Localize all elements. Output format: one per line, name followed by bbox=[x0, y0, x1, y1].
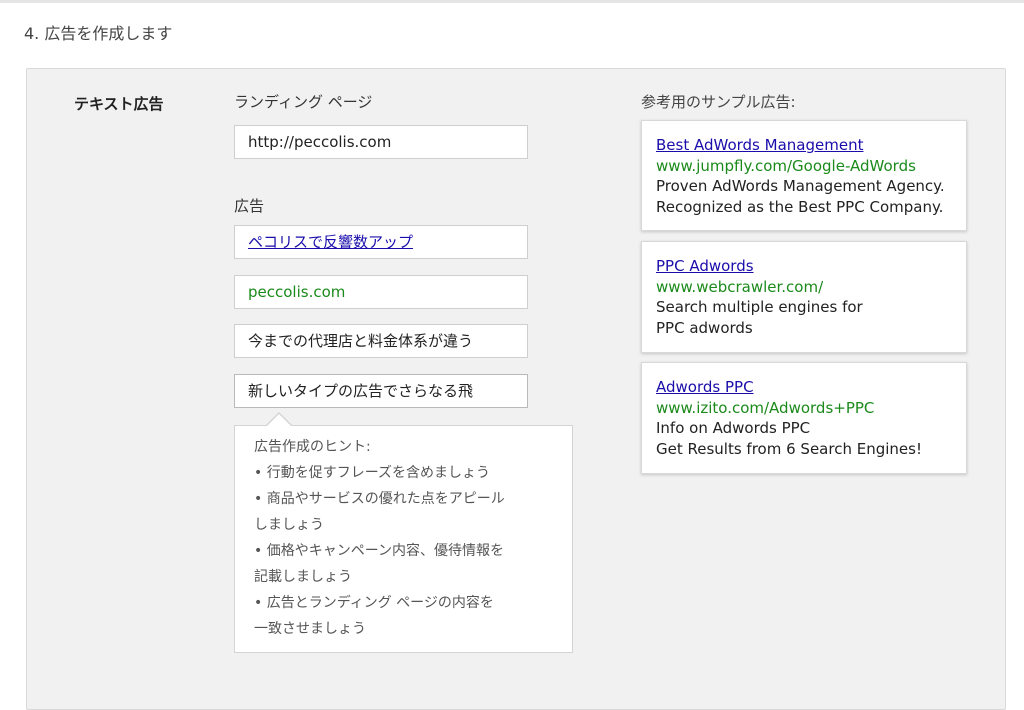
ad-label: 広告 bbox=[234, 197, 265, 215]
sample-ad-url: www.jumpfly.com/Google-AdWords bbox=[656, 156, 916, 175]
sample-ad-headline-link[interactable]: Adwords PPC bbox=[656, 377, 966, 398]
landing-page-input[interactable]: http://peccolis.com bbox=[234, 125, 528, 159]
section-label-text-ad: テキスト広告 bbox=[74, 95, 164, 113]
sample-ad-description: PPC adwords bbox=[656, 318, 753, 337]
tip-line: 記載しましょう bbox=[254, 569, 352, 585]
top-divider bbox=[0, 0, 1024, 3]
sample-ad-headline-link[interactable]: Best AdWords Management bbox=[656, 135, 966, 156]
ad-description-line1-input[interactable]: 今までの代理店と料金体系が違う bbox=[234, 324, 528, 358]
tip-line: しましょう bbox=[254, 517, 324, 533]
tip-line: • 商品やサービスの優れた点をアピール bbox=[254, 491, 505, 507]
ad-display-url-input[interactable]: peccolis.com bbox=[234, 275, 528, 309]
sample-ad-headline-link[interactable]: PPC Adwords bbox=[656, 256, 966, 277]
tip-line: • 広告とランディング ページの内容を bbox=[254, 595, 494, 611]
ad-description-line2-input[interactable]: 新しいタイプの広告でさらなる飛 bbox=[234, 374, 528, 408]
sample-ad-url: www.izito.com/Adwords+PPC bbox=[656, 398, 875, 417]
landing-page-label: ランディング ページ bbox=[234, 93, 373, 111]
sample-ad-card: Adwords PPC www.izito.com/Adwords+PPC In… bbox=[641, 362, 967, 474]
tip-pointer-fill bbox=[267, 414, 291, 426]
sample-ad-url: www.webcrawler.com/ bbox=[656, 277, 824, 296]
tips-title: 広告作成のヒント: bbox=[254, 439, 371, 455]
step-title: 4. 広告を作成します bbox=[24, 24, 173, 43]
sample-ad-description: Proven AdWords Management Agency. bbox=[656, 177, 945, 195]
tip-line: • 行動を促すフレーズを含めましょう bbox=[254, 465, 491, 481]
sample-ad-description: Get Results from 6 Search Engines! bbox=[656, 439, 922, 458]
ad-tips-box: 広告作成のヒント: • 行動を促すフレーズを含めましょう • 商品やサービスの優… bbox=[234, 425, 573, 653]
sample-ad-description: Search multiple engines for bbox=[656, 298, 863, 316]
sample-ads-label: 参考用のサンプル広告: bbox=[641, 93, 796, 111]
sample-ad-card: Best AdWords Management www.jumpfly.com/… bbox=[641, 120, 967, 231]
ad-headline-input[interactable]: ペコリスで反響数アップ bbox=[234, 225, 528, 259]
sample-ad-card: PPC Adwords www.webcrawler.com/ Search m… bbox=[641, 241, 967, 353]
sample-ad-description: Info on Adwords PPC bbox=[656, 419, 811, 437]
tip-line: • 価格やキャンペーン内容、優待情報を bbox=[254, 543, 505, 559]
tip-line: 一致させましょう bbox=[254, 621, 366, 637]
sample-ad-description: Recognized as the Best PPC Company. bbox=[656, 197, 944, 216]
